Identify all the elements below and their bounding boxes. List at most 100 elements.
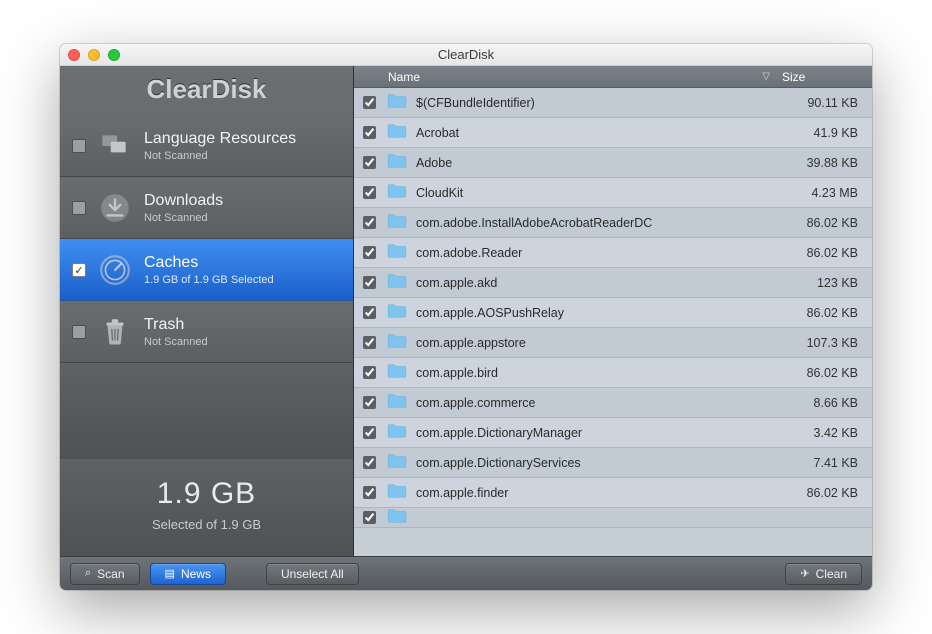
- table-body[interactable]: $(CFBundleIdentifier) 90.11 KB Acrobat 4…: [354, 88, 872, 556]
- row-size: 123 KB: [782, 276, 872, 290]
- titlebar: ClearDisk: [60, 44, 872, 66]
- row-name: Acrobat: [416, 126, 459, 140]
- table-row[interactable]: [354, 508, 872, 528]
- row-checkbox[interactable]: [363, 306, 376, 319]
- clean-icon: ✈: [800, 567, 809, 580]
- category-status: Not Scanned: [144, 150, 296, 162]
- row-checkbox[interactable]: [363, 156, 376, 169]
- row-name: $(CFBundleIdentifier): [416, 96, 535, 110]
- table-row[interactable]: com.apple.finder 86.02 KB: [354, 478, 872, 508]
- row-checkbox[interactable]: [363, 426, 376, 439]
- selected-of-total: Selected of 1.9 GB: [60, 517, 353, 532]
- selection-summary: 1.9 GB Selected of 1.9 GB: [60, 459, 353, 556]
- row-checkbox[interactable]: [363, 246, 376, 259]
- folder-icon: [386, 333, 416, 352]
- unselect-all-button[interactable]: Unselect All: [266, 563, 359, 585]
- zoom-button[interactable]: [108, 49, 120, 61]
- category-name: Caches: [144, 254, 274, 272]
- category-status: Not Scanned: [144, 212, 223, 224]
- category-status: 1.9 GB of 1.9 GB Selected: [144, 274, 274, 286]
- table-row[interactable]: com.apple.commerce 8.66 KB: [354, 388, 872, 418]
- row-size: 107.3 KB: [782, 336, 872, 350]
- table-row[interactable]: CloudKit 4.23 MB: [354, 178, 872, 208]
- table-row[interactable]: com.apple.AOSPushRelay 86.02 KB: [354, 298, 872, 328]
- row-checkbox[interactable]: [363, 511, 376, 524]
- category-checkbox[interactable]: [72, 325, 86, 339]
- table-row[interactable]: com.apple.akd 123 KB: [354, 268, 872, 298]
- row-size: 86.02 KB: [782, 306, 872, 320]
- row-size: 86.02 KB: [782, 486, 872, 500]
- folder-icon: [386, 153, 416, 172]
- row-size: 39.88 KB: [782, 156, 872, 170]
- row-size: 7.41 KB: [782, 456, 872, 470]
- category-name: Trash: [144, 316, 208, 334]
- category-checkbox[interactable]: [72, 201, 86, 215]
- row-size: 90.11 KB: [782, 96, 872, 110]
- sidebar-item-language-resources[interactable]: Language Resources Not Scanned: [60, 115, 353, 177]
- sidebar-item-caches[interactable]: ✓ Caches 1.9 GB of 1.9 GB Selected: [60, 239, 353, 301]
- row-checkbox[interactable]: [363, 336, 376, 349]
- table-header: Name ▽ Size: [354, 66, 872, 88]
- table-row[interactable]: com.adobe.InstallAdobeAcrobatReaderDC 86…: [354, 208, 872, 238]
- trash-icon: [96, 313, 134, 351]
- sidebar-item-downloads[interactable]: Downloads Not Scanned: [60, 177, 353, 239]
- table-row[interactable]: Acrobat 41.9 KB: [354, 118, 872, 148]
- row-checkbox[interactable]: [363, 216, 376, 229]
- row-checkbox[interactable]: [363, 366, 376, 379]
- clean-button[interactable]: ✈ Clean: [785, 563, 862, 585]
- table-row[interactable]: $(CFBundleIdentifier) 90.11 KB: [354, 88, 872, 118]
- row-name: com.apple.AOSPushRelay: [416, 306, 564, 320]
- footer-toolbar: ⌕ Scan ▤ News Unselect All ✈ Clean: [60, 556, 872, 590]
- app-brand: ClearDisk: [60, 66, 353, 115]
- row-name: com.apple.finder: [416, 486, 508, 500]
- scan-button[interactable]: ⌕ Scan: [70, 563, 140, 585]
- table-row[interactable]: com.apple.appstore 107.3 KB: [354, 328, 872, 358]
- table-row[interactable]: com.apple.DictionaryManager 3.42 KB: [354, 418, 872, 448]
- window-title: ClearDisk: [60, 47, 872, 62]
- row-size: 86.02 KB: [782, 366, 872, 380]
- window-controls: [68, 49, 120, 61]
- news-icon: ▤: [165, 567, 175, 580]
- row-name: com.adobe.InstallAdobeAcrobatReaderDC: [416, 216, 652, 230]
- minimize-button[interactable]: [88, 49, 100, 61]
- table-row[interactable]: com.apple.DictionaryServices 7.41 KB: [354, 448, 872, 478]
- sort-indicator-icon: ▽: [762, 71, 770, 82]
- folder-icon: [386, 183, 416, 202]
- row-name: com.apple.bird: [416, 366, 498, 380]
- row-name: com.apple.DictionaryManager: [416, 426, 582, 440]
- selected-size: 1.9 GB: [60, 477, 353, 511]
- folder-icon: [386, 93, 416, 112]
- column-size[interactable]: Size: [782, 70, 872, 84]
- download-icon: [96, 189, 134, 227]
- folder-icon: [386, 243, 416, 262]
- folder-icon: [386, 393, 416, 412]
- sidebar-item-trash[interactable]: Trash Not Scanned: [60, 301, 353, 363]
- category-checkbox[interactable]: ✓: [72, 263, 86, 277]
- row-checkbox[interactable]: [363, 276, 376, 289]
- row-name: com.apple.appstore: [416, 336, 526, 350]
- row-checkbox[interactable]: [363, 456, 376, 469]
- folder-icon: [386, 303, 416, 322]
- folder-icon: [386, 483, 416, 502]
- news-button[interactable]: ▤ News: [150, 563, 226, 585]
- folder-icon: [386, 423, 416, 442]
- category-status: Not Scanned: [144, 336, 208, 348]
- row-name: com.adobe.Reader: [416, 246, 522, 260]
- category-checkbox[interactable]: [72, 139, 86, 153]
- row-size: 41.9 KB: [782, 126, 872, 140]
- row-checkbox[interactable]: [363, 126, 376, 139]
- table-row[interactable]: com.apple.bird 86.02 KB: [354, 358, 872, 388]
- row-name: com.apple.commerce: [416, 396, 536, 410]
- category-name: Language Resources: [144, 130, 296, 148]
- row-checkbox[interactable]: [363, 186, 376, 199]
- row-checkbox[interactable]: [363, 396, 376, 409]
- table-row[interactable]: Adobe 39.88 KB: [354, 148, 872, 178]
- column-name[interactable]: Name ▽: [384, 70, 782, 84]
- table-row[interactable]: com.adobe.Reader 86.02 KB: [354, 238, 872, 268]
- row-checkbox[interactable]: [363, 486, 376, 499]
- folder-icon: [386, 363, 416, 382]
- file-list-panel: Name ▽ Size $(CFBundleIdentifier) 90.11 …: [354, 66, 872, 556]
- close-button[interactable]: [68, 49, 80, 61]
- row-size: 3.42 KB: [782, 426, 872, 440]
- row-checkbox[interactable]: [363, 96, 376, 109]
